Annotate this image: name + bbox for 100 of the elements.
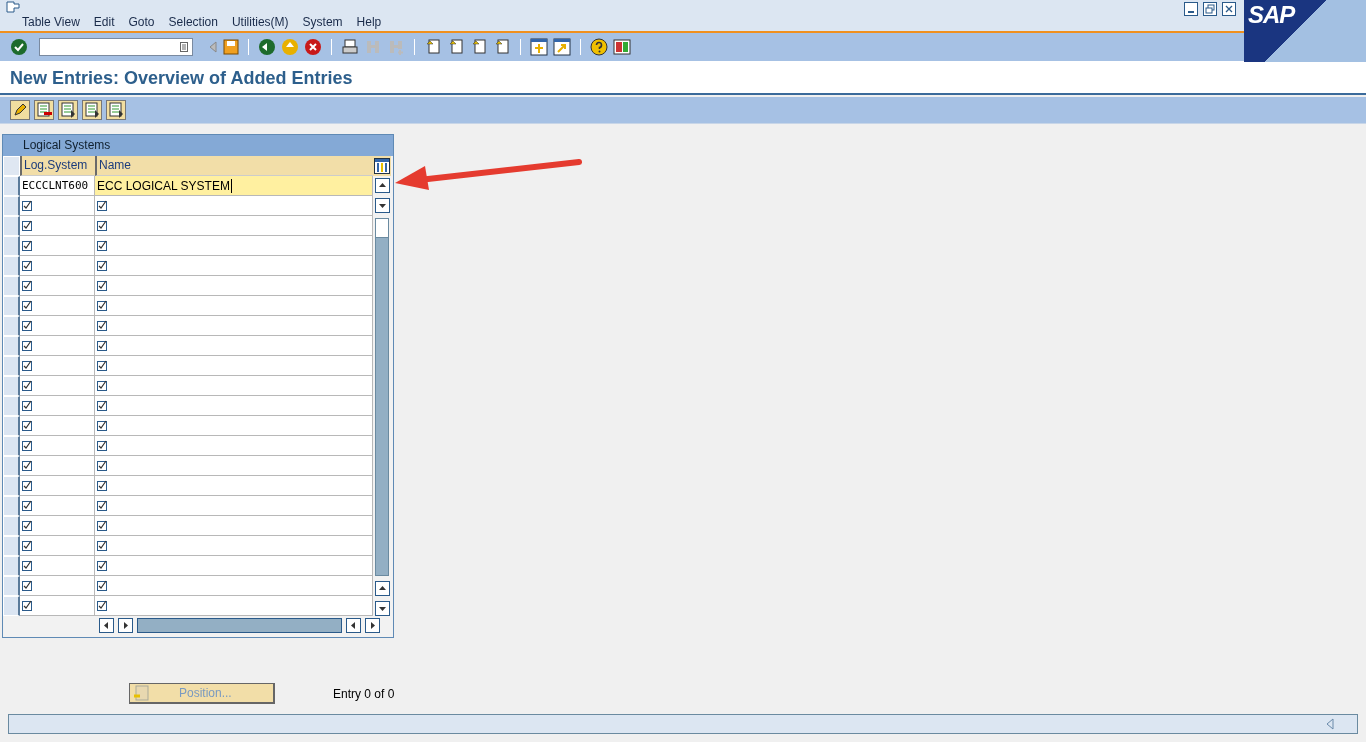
save-icon[interactable]	[223, 39, 239, 55]
checkbox-icon[interactable]	[97, 520, 108, 531]
checkbox-icon[interactable]	[97, 500, 108, 511]
checkbox-icon[interactable]	[97, 300, 108, 311]
row-selector[interactable]	[3, 296, 20, 316]
row-selector[interactable]	[3, 236, 20, 256]
checkbox-icon[interactable]	[22, 500, 33, 511]
row-selector[interactable]	[3, 376, 20, 396]
checkbox-icon[interactable]	[22, 440, 33, 451]
checkbox-icon[interactable]	[22, 540, 33, 551]
row-selector[interactable]	[3, 356, 20, 376]
page-arrow-icon[interactable]	[470, 38, 488, 56]
menu-item[interactable]: Edit	[93, 15, 115, 29]
checkbox-icon[interactable]	[97, 440, 108, 451]
scroll-up-icon[interactable]	[374, 581, 390, 596]
scroll-up-icon[interactable]	[374, 178, 390, 193]
row-selector[interactable]	[3, 396, 20, 416]
list-icon[interactable]	[82, 100, 102, 120]
row-selector[interactable]	[3, 316, 20, 336]
checkbox-icon[interactable]	[97, 280, 108, 291]
triangle-icon[interactable]	[1325, 718, 1335, 730]
scroll-right-icon[interactable]	[365, 618, 380, 633]
checkbox-icon[interactable]	[22, 340, 33, 351]
checkbox-icon[interactable]	[22, 320, 33, 331]
checkbox-icon[interactable]	[22, 520, 33, 531]
checkbox-icon[interactable]	[97, 360, 108, 371]
restore-icon[interactable]	[1203, 2, 1217, 16]
scrollbar-thumb[interactable]	[376, 219, 388, 238]
checkbox-icon[interactable]	[97, 200, 108, 211]
list-icon[interactable]	[106, 100, 126, 120]
scroll-down-icon[interactable]	[374, 601, 390, 616]
checkbox-icon[interactable]	[97, 380, 108, 391]
table-cell[interactable]: ECCCLNT600	[20, 176, 95, 196]
cancel-icon[interactable]	[304, 38, 322, 56]
checkbox-icon[interactable]	[22, 460, 33, 471]
checkbox-icon[interactable]	[22, 420, 33, 431]
menu-item[interactable]: Table View	[22, 15, 80, 29]
checkbox-icon[interactable]	[97, 560, 108, 571]
checkbox-icon[interactable]	[22, 280, 33, 291]
close-icon[interactable]	[1222, 2, 1236, 16]
checkbox-icon[interactable]	[97, 480, 108, 491]
checkbox-icon[interactable]	[22, 380, 33, 391]
table-cell[interactable]: ECC LOGICAL SYSTEM	[95, 176, 373, 196]
row-selector[interactable]	[3, 536, 20, 556]
scrollbar-track[interactable]	[137, 618, 342, 633]
row-selector[interactable]	[3, 576, 20, 596]
checkbox-icon[interactable]	[97, 260, 108, 271]
checkbox-icon[interactable]	[97, 220, 108, 231]
checkbox-icon[interactable]	[22, 600, 33, 611]
menu-item[interactable]: Selection	[168, 15, 218, 29]
command-field[interactable]	[39, 38, 193, 56]
list-icon[interactable]	[34, 100, 54, 120]
page-arrow-icon[interactable]	[424, 38, 442, 56]
scroll-right-icon[interactable]	[118, 618, 133, 633]
scroll-left-icon[interactable]	[346, 618, 361, 633]
scroll-left-icon[interactable]	[99, 618, 114, 633]
window-menu-icon[interactable]	[6, 1, 20, 13]
row-selector[interactable]	[3, 196, 20, 216]
dropdown-icon[interactable]	[180, 42, 188, 52]
row-selector[interactable]	[3, 336, 20, 356]
row-selector[interactable]	[3, 416, 20, 436]
row-selector[interactable]	[3, 556, 20, 576]
checkbox-icon[interactable]	[97, 420, 108, 431]
column-header[interactable]: Log.System	[20, 156, 95, 176]
checkbox-icon[interactable]	[97, 580, 108, 591]
checkbox-icon[interactable]	[22, 220, 33, 231]
menu-item[interactable]: Help	[356, 15, 382, 29]
help-icon[interactable]	[590, 38, 608, 56]
row-selector[interactable]	[3, 436, 20, 456]
checkbox-icon[interactable]	[97, 540, 108, 551]
row-selector[interactable]	[3, 496, 20, 516]
checkbox-icon[interactable]	[22, 200, 33, 211]
checkbox-icon[interactable]	[97, 400, 108, 411]
checkbox-icon[interactable]	[22, 360, 33, 371]
scroll-down-icon[interactable]	[374, 198, 390, 213]
back-icon[interactable]	[258, 38, 276, 56]
table-settings-icon[interactable]	[374, 158, 390, 174]
menu-item[interactable]: Goto	[128, 15, 155, 29]
checkbox-icon[interactable]	[22, 580, 33, 591]
checkbox-icon[interactable]	[97, 460, 108, 471]
row-selector[interactable]	[3, 596, 20, 616]
checkbox-icon[interactable]	[22, 300, 33, 311]
row-selector[interactable]	[3, 476, 20, 496]
layout-icon[interactable]	[613, 38, 631, 56]
checkbox-icon[interactable]	[22, 240, 33, 251]
print-icon[interactable]	[341, 38, 359, 56]
checkbox-icon[interactable]	[97, 600, 108, 611]
list-icon[interactable]	[58, 100, 78, 120]
checkbox-icon[interactable]	[22, 480, 33, 491]
pencil-icon[interactable]	[10, 100, 30, 120]
checkbox-icon[interactable]	[97, 340, 108, 351]
row-selector[interactable]	[3, 256, 20, 276]
checkbox-icon[interactable]	[97, 240, 108, 251]
row-selector[interactable]	[3, 276, 20, 296]
row-selector[interactable]	[3, 516, 20, 536]
minimize-icon[interactable]	[1184, 2, 1198, 16]
checkbox-icon[interactable]	[22, 260, 33, 271]
menu-item[interactable]: System	[302, 15, 343, 29]
row-selector[interactable]	[3, 176, 20, 196]
page-arrow-icon[interactable]	[447, 38, 465, 56]
